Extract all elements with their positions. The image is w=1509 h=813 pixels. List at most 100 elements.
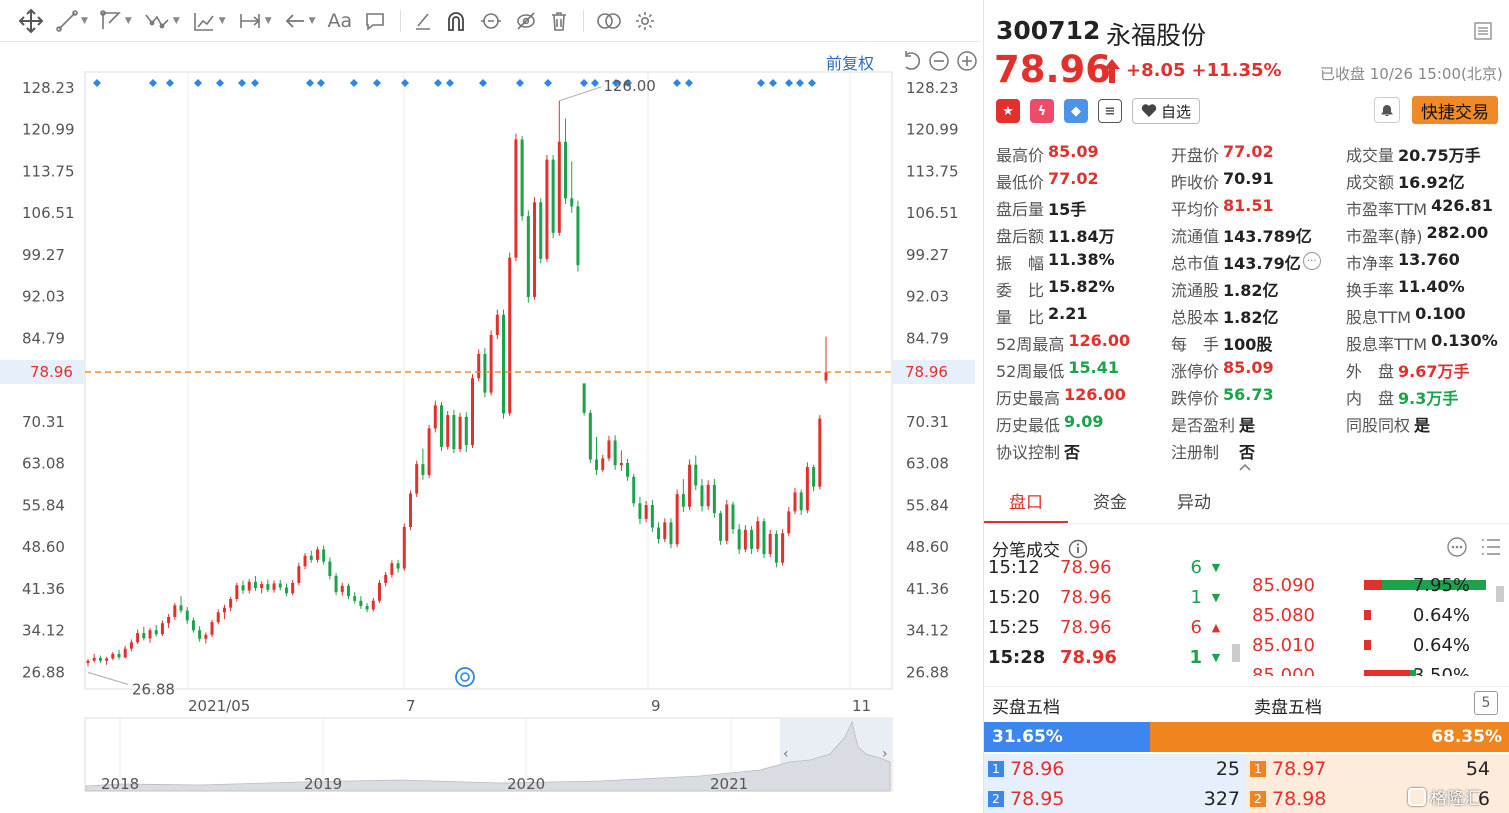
candle[interactable] [92, 657, 96, 661]
candle[interactable] [204, 634, 208, 639]
candle[interactable] [340, 585, 344, 593]
candle[interactable] [415, 464, 419, 494]
candle[interactable] [669, 522, 673, 545]
undo-icon[interactable] [900, 50, 922, 72]
candle[interactable] [117, 653, 121, 658]
event-marker-icon[interactable] [769, 79, 777, 87]
candle[interactable] [111, 653, 115, 659]
candle[interactable] [160, 623, 164, 635]
candle[interactable] [787, 511, 791, 534]
candle[interactable] [626, 462, 630, 477]
candle[interactable] [377, 582, 381, 601]
buy-level[interactable]: 1 78.96 25 [984, 754, 1246, 784]
candle[interactable] [694, 464, 698, 486]
candle[interactable] [675, 494, 679, 545]
candle[interactable] [334, 575, 338, 593]
text-tool-icon[interactable]: Aa [328, 6, 353, 36]
candle[interactable] [595, 459, 599, 470]
candle[interactable] [247, 581, 251, 591]
candle[interactable] [365, 605, 369, 610]
candle[interactable] [619, 462, 623, 466]
move-icon[interactable] [18, 6, 44, 36]
candle[interactable] [520, 139, 524, 217]
candle[interactable] [272, 583, 276, 590]
candle[interactable] [154, 630, 158, 635]
candle[interactable] [216, 612, 220, 623]
candle[interactable] [799, 492, 803, 511]
candle[interactable] [433, 405, 437, 429]
candle[interactable] [688, 464, 692, 507]
candle[interactable] [514, 139, 518, 258]
candle[interactable] [446, 415, 450, 447]
candle[interactable] [284, 587, 288, 594]
candle[interactable] [719, 513, 723, 541]
buy-level[interactable]: 2 78.95 327 [984, 784, 1246, 813]
lock-icon[interactable] [479, 6, 503, 36]
event-marker-icon[interactable] [306, 79, 314, 87]
candle[interactable] [309, 555, 313, 560]
candle[interactable] [303, 555, 307, 567]
event-marker-icon[interactable] [446, 79, 454, 87]
candle[interactable] [781, 533, 785, 563]
zoom-out-icon[interactable] [928, 50, 950, 72]
event-marker-icon[interactable] [479, 79, 487, 87]
candle[interactable] [402, 526, 406, 569]
candle[interactable] [136, 633, 140, 643]
candle[interactable] [650, 505, 654, 528]
candle[interactable] [427, 428, 431, 476]
candle[interactable] [570, 198, 574, 207]
candle[interactable] [607, 440, 611, 459]
kline-chart-area[interactable]: 128.23 128.23 120.99 120.99 113.75 113.75 106.… [0, 42, 980, 813]
candle[interactable] [657, 527, 661, 540]
candle[interactable] [551, 159, 555, 233]
candle[interactable] [371, 600, 375, 610]
candle[interactable] [824, 372, 828, 381]
candle[interactable] [712, 484, 716, 514]
tab-yidong[interactable]: 异动 [1152, 482, 1236, 523]
event-marker-icon[interactable] [350, 79, 358, 87]
wave-icon[interactable]: ▼ [144, 6, 180, 36]
event-marker-icon[interactable] [401, 79, 409, 87]
candle[interactable] [328, 561, 332, 576]
candle[interactable] [439, 405, 443, 447]
candle[interactable] [539, 202, 543, 259]
compare-icon[interactable] [596, 6, 622, 36]
candle[interactable] [644, 505, 648, 519]
candle[interactable] [266, 584, 270, 590]
event-marker-icon[interactable] [796, 79, 804, 87]
lightning-icon[interactable]: ϟ [1030, 99, 1054, 123]
event-marker-icon[interactable] [194, 79, 202, 87]
candle[interactable] [582, 383, 586, 413]
candle[interactable] [253, 581, 257, 589]
candle[interactable] [98, 657, 102, 661]
candle[interactable] [545, 159, 549, 259]
tick-scrollbar[interactable] [1232, 644, 1240, 662]
candle[interactable] [613, 440, 617, 466]
candle[interactable] [408, 493, 412, 527]
candle[interactable] [737, 529, 741, 550]
candle[interactable] [495, 314, 499, 335]
event-marker-icon[interactable] [673, 79, 681, 87]
tab-pankou[interactable]: 盘口 [984, 482, 1068, 523]
more-icon[interactable] [1446, 536, 1468, 558]
candle[interactable] [793, 492, 797, 512]
alert-bell-icon[interactable] [1374, 97, 1400, 123]
add-watchlist-button[interactable]: 自选 [1132, 98, 1201, 124]
candle[interactable] [322, 549, 326, 562]
candle[interactable] [638, 503, 642, 519]
candle[interactable] [700, 485, 704, 507]
quick-trade-button[interactable]: 快捷交易 [1412, 96, 1498, 124]
candle[interactable] [768, 533, 772, 555]
event-marker-icon[interactable] [166, 79, 174, 87]
sell-level[interactable]: 1 78.97 54 [1246, 754, 1509, 784]
candle[interactable] [805, 466, 809, 511]
candle[interactable] [229, 599, 233, 608]
zoom-in-icon[interactable] [956, 50, 978, 72]
candle[interactable] [601, 458, 605, 470]
fuquan-button[interactable]: 前复权 [826, 50, 874, 74]
event-marker-icon[interactable] [251, 79, 259, 87]
candle[interactable] [198, 630, 202, 639]
candle[interactable] [129, 642, 133, 649]
settings-icon[interactable] [634, 6, 656, 36]
candle[interactable] [210, 622, 214, 635]
